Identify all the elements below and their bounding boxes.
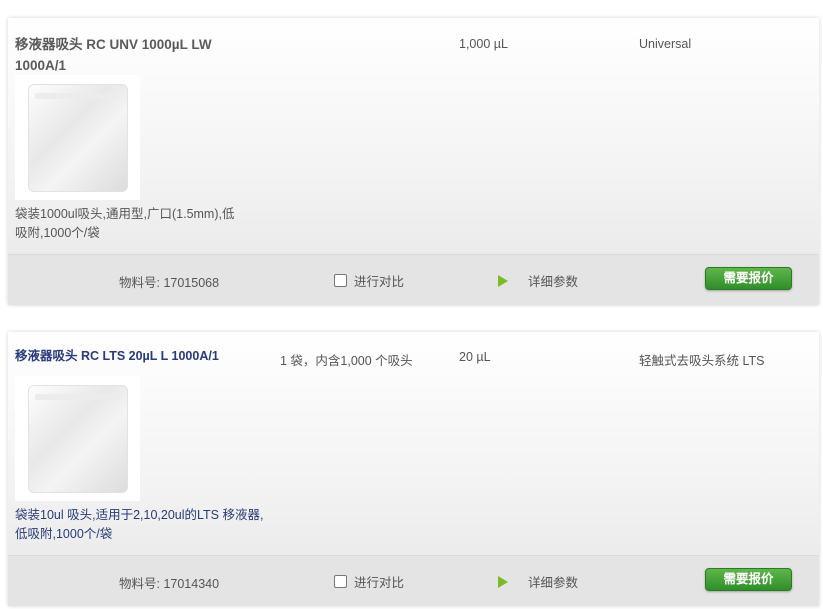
details-label: 详细参数 xyxy=(528,275,579,289)
product-title[interactable]: 移液器吸头 RC UNV 1000µL LW 1000A/1 xyxy=(15,34,255,76)
compare-label: 进行对比 xyxy=(354,275,405,289)
product-description: 袋装1000ul吸头,通用型,广口(1.5mm),低吸附,1000个/袋 xyxy=(15,207,235,240)
details-link[interactable]: 详细参数 xyxy=(498,271,578,290)
item-number: 物料号: 17015068 xyxy=(119,276,220,290)
product-card: 移液器吸头 RC UNV 1000µL LW 1000A/1 1,000 µL … xyxy=(8,18,819,305)
product-volume: 1,000 µL xyxy=(459,37,508,51)
product-description: 袋装10ul 吸头,适用于2,10,20ul的LTS 移液器, 低吸附,1000… xyxy=(15,508,264,541)
product-footer: 物料号: 17014340 进行对比 详细参数 需要报价 xyxy=(8,555,819,606)
details-label: 详细参数 xyxy=(528,576,579,590)
checkbox-icon[interactable] xyxy=(334,274,347,287)
product-volume: 20 µL xyxy=(459,350,491,364)
details-link[interactable]: 详细参数 xyxy=(498,572,578,591)
product-system: Universal xyxy=(639,37,692,51)
product-pack: 1 袋，内含1,000 个吸头 xyxy=(280,354,413,368)
pipette-tip-bag-image xyxy=(27,83,128,192)
request-quote-button[interactable]: 需要报价 xyxy=(705,267,792,290)
compare-toggle[interactable]: 进行对比 xyxy=(334,572,404,591)
product-image[interactable] xyxy=(15,376,140,501)
product-system: 轻触式去吸头系统 LTS xyxy=(639,354,765,368)
pipette-tip-bag-image xyxy=(27,384,128,493)
item-number: 物料号: 17014340 xyxy=(119,577,220,591)
play-arrow-icon xyxy=(498,575,508,588)
product-footer: 物料号: 17015068 进行对比 详细参数 需要报价 xyxy=(8,254,819,305)
product-card: 移液器吸头 RC LTS 20µL L 1000A/1 1 袋，内含1,000 … xyxy=(8,332,819,606)
checkbox-icon[interactable] xyxy=(334,575,347,588)
product-image[interactable] xyxy=(15,75,140,200)
compare-toggle[interactable]: 进行对比 xyxy=(334,271,404,290)
product-title[interactable]: 移液器吸头 RC LTS 20µL L 1000A/1 xyxy=(15,346,275,367)
play-arrow-icon xyxy=(498,274,508,287)
compare-label: 进行对比 xyxy=(354,576,405,590)
request-quote-button[interactable]: 需要报价 xyxy=(705,568,792,591)
